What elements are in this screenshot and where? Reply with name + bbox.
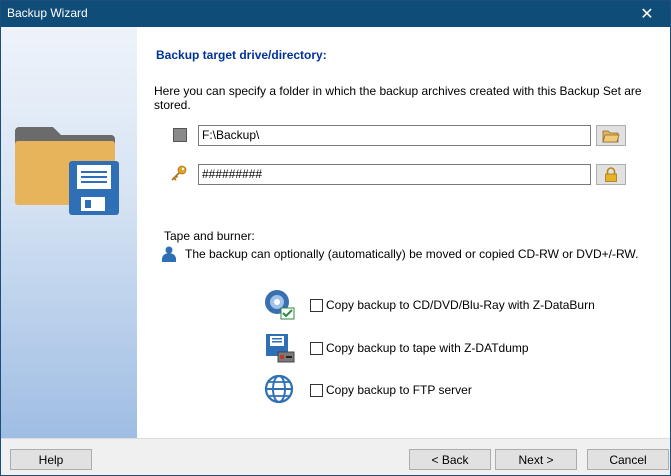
side-panel <box>1 27 137 438</box>
option-ftp: Copy backup to FTP server <box>264 374 472 406</box>
window-title: Backup Wizard <box>7 6 88 20</box>
next-button[interactable]: Next > <box>495 449 577 470</box>
target-path-input[interactable]: F:\Backup\ <box>198 125 591 146</box>
cancel-button[interactable]: Cancel <box>587 449 669 470</box>
title-bar: Backup Wizard ✕ <box>1 1 670 27</box>
disc-burn-icon <box>265 290 295 320</box>
tape-info-text: The backup can optionally (automatically… <box>185 247 639 261</box>
back-button[interactable]: < Back <box>409 449 491 470</box>
databurn-checkbox[interactable] <box>310 298 323 312</box>
drive-icon <box>173 128 187 142</box>
tape-burner-label: Tape and burner: <box>164 229 255 243</box>
option-datdump: Copy backup to tape with Z-DATdump <box>264 332 529 364</box>
wizard-footer: Help < Back Next > Cancel <box>1 438 670 475</box>
folder-open-icon <box>602 130 620 142</box>
option-databurn: Copy backup to CD/DVD/Blu-Ray with Z-Dat… <box>264 289 595 321</box>
datdump-checkbox[interactable] <box>310 341 323 355</box>
password-input[interactable]: ######### <box>198 164 591 185</box>
user-icon <box>162 246 176 262</box>
tape-info-row: The backup can optionally (automatically… <box>162 246 638 262</box>
datdump-label[interactable]: Copy backup to tape with Z-DATdump <box>326 341 529 355</box>
lock-icon <box>605 167 617 182</box>
lock-button[interactable] <box>596 164 626 185</box>
close-button[interactable]: ✕ <box>624 1 670 27</box>
page-heading: Backup target drive/directory: <box>156 48 327 62</box>
help-button[interactable]: Help <box>10 449 92 470</box>
wizard-content: Backup target drive/directory: Here you … <box>137 27 670 438</box>
ftp-checkbox[interactable] <box>310 383 323 397</box>
ftp-label[interactable]: Copy backup to FTP server <box>326 383 472 397</box>
key-icon <box>171 165 187 181</box>
databurn-label[interactable]: Copy backup to CD/DVD/Blu-Ray with Z-Dat… <box>326 298 595 312</box>
browse-folder-button[interactable] <box>596 125 626 146</box>
page-description: Here you can specify a folder in which t… <box>154 84 642 112</box>
folder-floppy-icon <box>15 127 119 215</box>
backup-wizard-window: Backup Wizard ✕ Backup target drive/dire… <box>0 0 671 476</box>
globe-icon <box>264 374 294 404</box>
tape-drive-icon <box>266 334 295 363</box>
